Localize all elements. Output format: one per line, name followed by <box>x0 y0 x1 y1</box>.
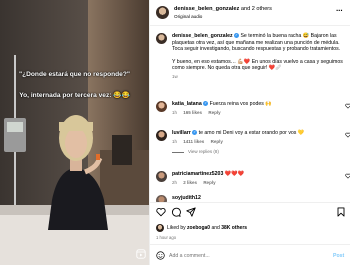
verified-badge-icon: ✓ <box>203 101 209 107</box>
comment-time: 1h <box>172 109 178 115</box>
verified-badge-icon: ✓ <box>192 130 198 136</box>
share-send-icon[interactable] <box>186 207 196 217</box>
reels-icon[interactable] <box>136 249 146 259</box>
video-caption-line-2: Yo, internada por tercera vez: 😂😂 <box>19 92 130 99</box>
commenter-avatar[interactable] <box>156 195 167 202</box>
comment-username[interactable]: katia_latana <box>172 101 202 107</box>
action-bar <box>156 207 346 219</box>
caption-username[interactable]: denisse_belen_gonzalez <box>172 33 233 39</box>
commenter-avatar[interactable] <box>156 101 167 112</box>
comment-time: 1h <box>172 138 178 144</box>
comment-username[interactable]: patriciamartinez5203 <box>172 171 223 177</box>
liked-by-user[interactable]: zoeboga0 <box>187 225 210 231</box>
post-header: denisse_belen_gonzalez and 2 others Orig… <box>150 0 350 26</box>
comment-text: ❤️❤️❤️ <box>224 171 245 177</box>
reply-button[interactable]: Reply <box>203 180 215 185</box>
comment-time: 2h <box>172 179 178 185</box>
comment-likes[interactable]: 1411 likes <box>183 139 204 144</box>
video-frame <box>0 0 149 265</box>
reply-button[interactable]: Reply <box>211 139 223 144</box>
comment-username[interactable]: soyjudith12 <box>172 195 201 201</box>
caption-author-avatar[interactable] <box>156 33 167 44</box>
reply-button[interactable]: Reply <box>208 110 220 115</box>
comment-username[interactable]: luvillarr <box>172 130 191 136</box>
comment-bubble-icon[interactable] <box>171 207 181 217</box>
divider <box>172 151 184 153</box>
liker-avatar[interactable] <box>156 224 164 232</box>
caption-time: 1w <box>172 73 178 79</box>
liked-by: Liked by zoeboga0 and 38K others <box>156 224 346 233</box>
comment-text: Fuerza reina vos podes 🙌 <box>209 101 272 107</box>
add-comment-bar: Post <box>150 244 350 266</box>
comment-likes[interactable]: 165 likes <box>183 110 202 115</box>
coauthors-link[interactable]: and 2 others <box>241 6 272 12</box>
heart-icon[interactable] <box>345 132 350 138</box>
commenter-avatar[interactable] <box>156 171 167 182</box>
liked-by-and: and <box>210 225 222 231</box>
instagram-post-dialog: "¿Donde estará que no responde?" Yo, int… <box>0 0 350 265</box>
post-comment-button[interactable]: Post <box>333 253 344 259</box>
comments-list[interactable]: denisse_belen_gonzalez ✓ Se terminó la b… <box>150 26 350 202</box>
post-timestamp[interactable]: 1 hour ago <box>156 235 176 240</box>
author-line[interactable]: denisse_belen_gonzalez and 2 others <box>174 6 272 12</box>
caption-text-2: Y bueno, en eso estamos… 💪🏼❤️ En unos dí… <box>172 58 343 72</box>
author-username[interactable]: denisse_belen_gonzalez <box>174 6 239 12</box>
comment-text: te amo mi Deni voy a estar orando por vo… <box>198 130 305 136</box>
audio-label[interactable]: Original audio <box>174 14 202 19</box>
verified-badge-icon: ✓ <box>234 33 239 39</box>
likes-count[interactable]: 38K others <box>221 225 247 231</box>
more-horizontal-icon[interactable]: ··· <box>336 6 343 15</box>
emoji-icon[interactable] <box>156 251 165 260</box>
post-footer: Liked by zoeboga0 and 38K others 1 hour … <box>150 202 350 265</box>
video-caption-line-1: "¿Donde estará que no responde?" <box>18 71 131 78</box>
view-replies-button[interactable]: View replies (8) <box>172 149 344 156</box>
heart-icon[interactable] <box>345 103 350 109</box>
post-media-video[interactable]: "¿Donde estará que no responde?" Yo, int… <box>0 0 149 265</box>
comment-likes[interactable]: 2 likes <box>183 180 197 185</box>
post-details-panel: denisse_belen_gonzalez and 2 others Orig… <box>149 0 350 265</box>
commenter-avatar[interactable] <box>156 130 167 141</box>
save-bookmark-icon[interactable] <box>336 207 346 217</box>
comment-input[interactable] <box>169 250 319 261</box>
author-avatar[interactable] <box>156 6 169 19</box>
heart-icon[interactable] <box>345 173 350 179</box>
like-heart-icon[interactable] <box>156 207 166 217</box>
liked-by-label: Liked by <box>167 225 188 231</box>
